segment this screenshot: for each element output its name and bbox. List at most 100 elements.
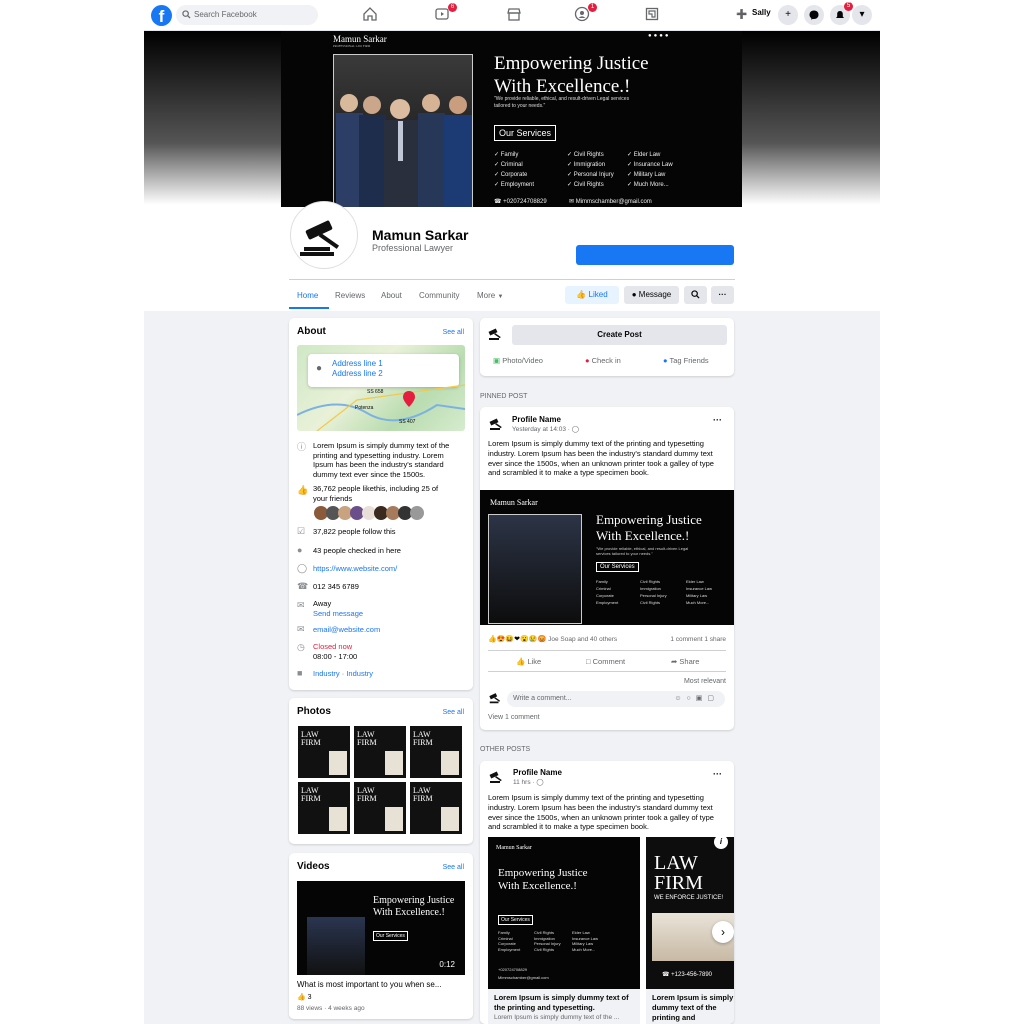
carousel-services-list: Elder Law Insurance Law Military Law Much M… [572, 930, 599, 952]
service-item: ✓ Corporate [494, 172, 528, 178]
share-button[interactable]: ➦ Share [671, 657, 699, 666]
map-label: Potenza [355, 405, 374, 411]
videos-see-all-link[interactable]: See all [443, 864, 464, 871]
friend-avatars[interactable] [313, 505, 433, 521]
post-avatar-icon [489, 771, 502, 783]
post-time-text: Yesterday at 14:03 · [512, 426, 572, 433]
post-image-tagline: "We provide reliable, ethical, and resul… [596, 546, 689, 556]
post-options-icon[interactable]: ··· [713, 415, 722, 425]
photo-thumb[interactable]: LAW FIRM [298, 782, 350, 834]
groups-icon[interactable]: 1 [574, 3, 597, 24]
cover-brand-sub: PROFESSIONAL LAW FIRM [333, 44, 371, 48]
carousel-card-1-caption[interactable]: Lorem Ipsum is simply dummy text of the … [488, 989, 640, 1024]
location-icon: ● [585, 356, 590, 365]
photo-thumb[interactable]: LAW FIRM [298, 726, 350, 778]
category-link[interactable]: Industry · Industry [313, 669, 453, 679]
check-in-button[interactable]: ● Check in [585, 356, 621, 365]
friends-avatars-icon [314, 506, 424, 520]
photo-thumb[interactable]: LAW FIRM [410, 726, 462, 778]
comment-input[interactable]: Write a comment... ☺○▣▢ [507, 691, 725, 707]
photo-thumb[interactable]: LAW FIRM [410, 782, 462, 834]
post-options-icon[interactable]: ··· [713, 769, 722, 779]
location-map[interactable]: ● Address line 1 Address line 2 Potenza … [297, 345, 465, 431]
video-caption[interactable]: What is most important to you when se... [297, 980, 442, 989]
comment-tools-icon[interactable]: ☺○▣▢ [674, 691, 719, 707]
view-comments-link[interactable]: View 1 comment [488, 714, 540, 721]
messenger-icon[interactable] [804, 5, 824, 25]
carousel-card-1[interactable]: Mamun Sarkar Empowering Justice With Exce… [488, 837, 640, 989]
service-item: ✓ Insurance Law [627, 162, 673, 168]
groups-badge: 1 [588, 3, 597, 12]
reaction-icons: 👍😍😆❤😮😢😡 [488, 636, 547, 643]
photo-thumb[interactable]: LAW FIRM [354, 782, 406, 834]
primary-action-button[interactable] [576, 245, 734, 265]
photos-see-all-link[interactable]: See all [443, 709, 464, 716]
carousel-phone-2: ☎ +123-456-7890 [662, 972, 713, 978]
video-people [307, 917, 365, 975]
thumbs-up-icon: 👍 [576, 290, 587, 299]
like-button[interactable]: 👍 Like [516, 657, 541, 666]
comment-placeholder: Write a comment... [513, 695, 572, 702]
post-author[interactable]: Profile Name [513, 768, 562, 777]
profile-name: Mamun Sarkar [372, 227, 469, 243]
about-title: About [297, 326, 326, 337]
search-input[interactable]: Search Facebook [176, 5, 318, 25]
reaction-summary[interactable]: 👍😍😆❤😮😢😡 Joe Soap and 40 others [488, 635, 617, 643]
photo-video-label: Photo/Video [502, 356, 543, 365]
about-see-all-link[interactable]: See all [443, 329, 464, 336]
watch-icon[interactable]: 6 [434, 3, 457, 24]
post-image[interactable]: Mamun Sarkar Empowering Justice With Exce… [480, 490, 734, 625]
account-menu-icon[interactable]: ▾ [852, 5, 872, 25]
plus-icon[interactable]: + [778, 5, 798, 25]
cover-photo[interactable]: Mamun Sarkar PROFESSIONAL LAW FIRM ●●●● … [281, 31, 742, 207]
notifications-badge: 5 [844, 2, 853, 11]
message-button[interactable]: ● Message [624, 286, 679, 304]
send-message-link[interactable]: Send message [313, 609, 453, 619]
service-item: ✓ Elder Law [627, 152, 661, 158]
post-author[interactable]: Profile Name [512, 415, 561, 424]
liked-button[interactable]: 👍 Liked [565, 286, 619, 304]
tab-more[interactable]: More ▼ [477, 291, 503, 300]
comment-button[interactable]: □ Comment [586, 657, 625, 666]
video-duration: 0:12 [439, 960, 455, 969]
ellipsis-icon: ··· [718, 290, 727, 299]
cover-email: ✉ Mimmschamber@gmail.com [569, 199, 652, 205]
video-thumbnail[interactable]: Empowering Justice With Excellence.! Our … [297, 881, 465, 975]
messenger-status-icon: ✉ [297, 600, 305, 610]
photo-thumb[interactable]: LAW FIRM [354, 726, 406, 778]
info-icon[interactable]: i [714, 837, 728, 849]
carousel-card-2[interactable]: LAW FIRM WE ENFORCE JUSTICE! ☎ +123-456-7… [646, 837, 734, 989]
email-link[interactable]: email@website.com [313, 625, 453, 635]
comments-shares-count[interactable]: 1 comment 1 share [670, 636, 726, 643]
carousel-card-2-caption[interactable]: Lorem Ipsum is simply dummy text of the … [646, 989, 734, 1024]
social-icons: ●●●● [648, 33, 671, 39]
profile-avatar[interactable] [291, 202, 357, 268]
carousel-next-arrow-icon[interactable]: › [712, 921, 734, 943]
about-checkins: 43 people checked in here [313, 546, 401, 555]
post-text: Lorem Ipsum is simply dummy text of the … [488, 439, 714, 478]
tab-community[interactable]: Community [419, 291, 459, 300]
tab-home[interactable]: Home [297, 291, 318, 300]
home-icon[interactable] [362, 6, 382, 24]
tab-reviews[interactable]: Reviews [335, 291, 365, 300]
post-text: Lorem Ipsum is simply dummy text of the … [488, 793, 714, 832]
videos-card: Videos See all Empowering Justice With Ex… [289, 853, 473, 1019]
create-post-button[interactable]: Create Post [512, 325, 727, 345]
cover-brand: Mamun Sarkar PROFESSIONAL LAW FIRM [333, 34, 387, 48]
services-col-2: ✓ Civil Rights ✓ Immigration ✓ Personal … [567, 150, 614, 190]
search-page-button[interactable] [684, 286, 707, 304]
tag-friends-button[interactable]: ● Tag Friends [663, 356, 709, 365]
more-options-button[interactable]: ··· [711, 286, 734, 304]
notifications-icon[interactable]: 5 [830, 2, 853, 25]
about-followers: 37,822 people follow this [313, 527, 396, 536]
tab-about[interactable]: About [381, 291, 402, 300]
gaming-icon[interactable] [644, 6, 664, 24]
service-item: ✓ Family [494, 152, 519, 158]
facebook-logo-icon[interactable]: f [151, 5, 172, 26]
marketplace-icon[interactable] [506, 6, 526, 24]
website-link[interactable]: https://www.website.com/ [313, 564, 453, 574]
photo-video-button[interactable]: ▣ Photo/Video [493, 356, 543, 365]
comment-sort[interactable]: Most relevant [684, 678, 726, 685]
user-name[interactable]: Sally [752, 8, 771, 17]
video-reactions[interactable]: 👍 3 [297, 993, 312, 1001]
